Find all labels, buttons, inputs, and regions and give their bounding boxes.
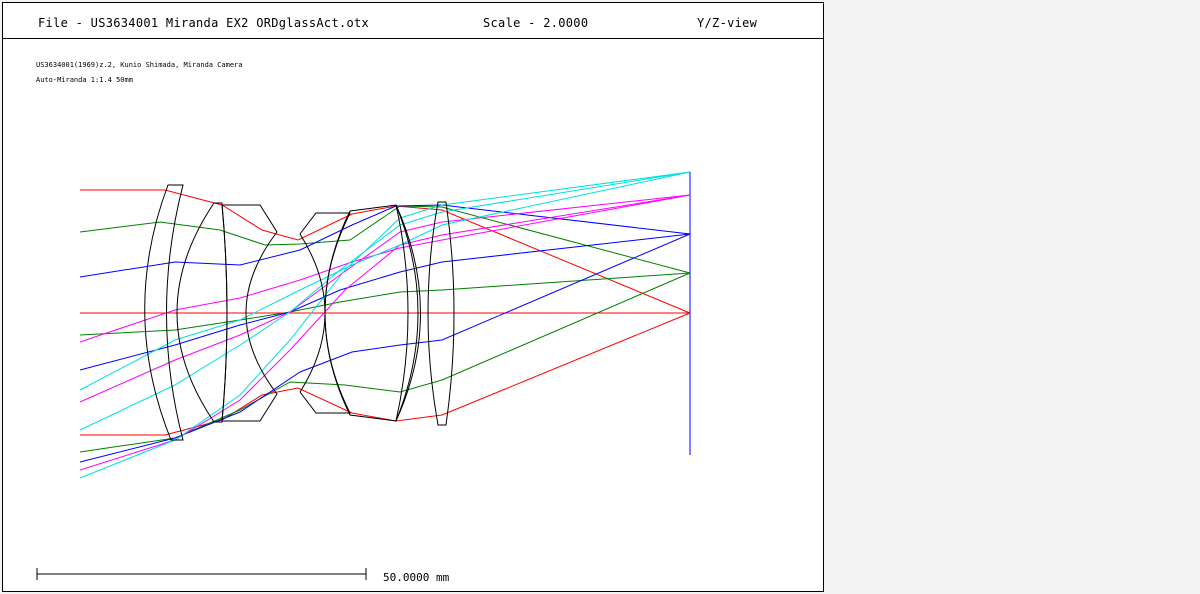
ray-magenta-mid [79,194,691,403]
optical-layout-diagram [36,171,691,580]
ray-green-bottom [79,272,691,453]
scale-bar [36,568,367,580]
ray-blue-mid [79,233,691,371]
ray-magenta-top [79,194,691,343]
ray-cyan-bottom [79,171,691,479]
ray-fan [79,171,691,479]
ray-blue-bottom [79,233,691,463]
ray-green-mid [79,272,691,336]
ray-red-bottom [80,312,691,436]
